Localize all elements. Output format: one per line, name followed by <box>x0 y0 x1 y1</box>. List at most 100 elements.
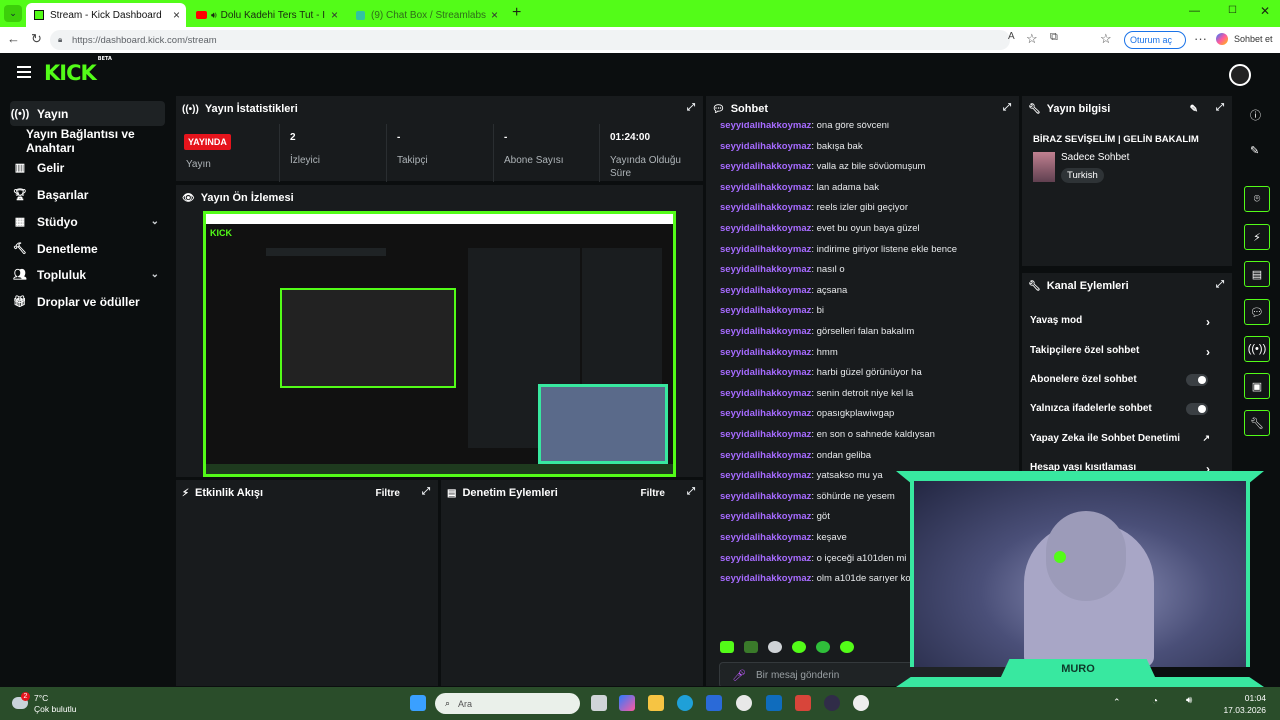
tool-notes-button[interactable]: ▤ <box>1244 261 1270 287</box>
expand-icon[interactable]: ⤢ <box>687 486 695 497</box>
copilot-app-icon[interactable] <box>619 695 635 711</box>
menu-icon[interactable] <box>17 66 31 81</box>
chat-username[interactable]: seyyidalihakkoymaz <box>720 161 811 172</box>
chat-username[interactable]: seyyidalihakkoymaz <box>720 511 811 522</box>
edit-icon[interactable]: ✎ <box>1190 104 1198 115</box>
xbox-icon[interactable] <box>736 695 752 711</box>
profile-button[interactable]: Oturum aç <box>1124 31 1186 49</box>
sidebar-item-yayin[interactable]: ((•)) Yayın <box>10 101 165 126</box>
emote-only-toggle[interactable] <box>1186 403 1208 415</box>
expand-icon[interactable]: ⤢ <box>1003 102 1011 113</box>
emote-icon[interactable] <box>768 641 782 653</box>
filter-button[interactable]: Filtre <box>376 488 400 499</box>
tab-streamlabs[interactable]: (9) Chat Box / Streamlabs × <box>348 3 504 27</box>
volume-icon[interactable]: 🔊︎ <box>1186 695 1192 706</box>
more-options-icon[interactable]: ··· <box>1194 31 1207 46</box>
chat-username[interactable]: seyyidalihakkoymaz <box>720 532 811 543</box>
category-name[interactable]: Sadece Sohbet <box>1061 152 1129 163</box>
chat-username[interactable]: seyyidalihakkoymaz <box>720 470 811 481</box>
sidebar-item-denetleme[interactable]: 🔨︎ Denetleme <box>10 236 165 261</box>
chat-username[interactable]: seyyidalihakkoymaz <box>720 326 811 337</box>
refresh-icon[interactable]: ↻ <box>31 31 42 47</box>
expand-icon[interactable]: ⤢ <box>1216 102 1224 113</box>
action-ai-moderation[interactable]: Yapay Zeka ile Sohbet Denetimi ↗ <box>1030 433 1220 444</box>
network-icon[interactable]: ◔ <box>1152 696 1158 707</box>
chat-username[interactable]: seyyidalihakkoymaz <box>720 305 811 316</box>
task-view-icon[interactable] <box>591 695 607 711</box>
expand-icon[interactable]: ⤢ <box>422 486 430 497</box>
chat-username[interactable]: seyyidalihakkoymaz <box>720 264 811 275</box>
expand-icon[interactable]: ⤢ <box>687 102 695 113</box>
extensions-icon[interactable]: ⧉ <box>1050 31 1058 44</box>
tab-kick-dashboard[interactable]: Stream - Kick Dashboard × <box>26 3 186 27</box>
sidebar-item-droplar[interactable]: 🎁︎ Droplar ve ödüller <box>10 289 165 314</box>
back-icon[interactable]: ← <box>7 31 20 46</box>
chat-username[interactable]: seyyidalihakkoymaz <box>720 182 811 193</box>
emote-icon[interactable] <box>720 641 734 653</box>
tool-camera-button[interactable]: ⌾ <box>1244 186 1270 212</box>
sidebar-item-studyo[interactable]: ▦ Stüdyo ⌄ <box>10 209 165 234</box>
read-aloud-icon[interactable]: A <box>1008 31 1015 42</box>
chat-username[interactable]: seyyidalihakkoymaz <box>720 429 811 440</box>
emote-icon[interactable] <box>816 641 830 653</box>
action-subscribers-only[interactable]: Abonelere özel sohbet <box>1030 374 1220 386</box>
tool-broadcast-button[interactable]: ((•)) <box>1244 336 1270 362</box>
windows-start-icon[interactable] <box>410 695 426 711</box>
action-slow-mode[interactable]: Yavaş mod › <box>1030 315 1220 329</box>
subscribers-only-toggle[interactable] <box>1186 374 1208 386</box>
preview-video[interactable]: KICK <box>203 211 676 477</box>
filter-button[interactable]: Filtre <box>641 488 665 499</box>
chat-username[interactable]: seyyidalihakkoymaz <box>720 347 811 358</box>
obs-icon[interactable] <box>824 695 840 711</box>
new-tab-button[interactable]: + <box>512 4 521 22</box>
emote-icon[interactable] <box>744 641 758 653</box>
taskbar-search[interactable]: ⌕ Ara <box>435 693 580 714</box>
chat-username[interactable]: seyyidalihakkoymaz <box>720 202 811 213</box>
file-explorer-icon[interactable] <box>648 695 664 711</box>
outlook-icon[interactable] <box>766 695 782 711</box>
action-followers-only[interactable]: Takipçilere özel sohbet › <box>1030 345 1220 359</box>
chat-username[interactable]: seyyidalihakkoymaz <box>720 408 811 419</box>
close-tab-icon[interactable]: × <box>173 8 180 22</box>
sidebar-item-basarilar[interactable]: 🏆︎ Başarılar <box>10 182 165 207</box>
weather-widget[interactable]: 2 7°C Çok bulutlu <box>12 692 112 715</box>
minimize-button[interactable]: — <box>1189 5 1200 17</box>
tool-lightning-button[interactable]: ⚡︎ <box>1244 224 1270 250</box>
store-icon[interactable] <box>706 695 722 711</box>
chat-username[interactable]: seyyidalihakkoymaz <box>720 553 811 564</box>
chat-username[interactable]: seyyidalihakkoymaz <box>720 573 811 584</box>
speaker-icon[interactable]: 🔊︎ <box>211 10 217 21</box>
tool-layout-button[interactable]: ▣ <box>1244 373 1270 399</box>
favorite-star-icon[interactable]: ☆ <box>1026 31 1038 47</box>
microphone-icon[interactable]: 🎤︎ <box>732 669 746 682</box>
close-window-button[interactable]: ✕ <box>1260 4 1270 18</box>
chat-username[interactable]: seyyidalihakkoymaz <box>720 367 811 378</box>
sidebar-item-stream-key[interactable]: Yayın Bağlantısı ve Anahtarı <box>26 127 176 155</box>
tab-youtube[interactable]: 🔊︎ Dolu Kadehi Ters Tut - İslamist × <box>188 3 344 27</box>
pencil-icon[interactable]: ✎ <box>1250 144 1259 157</box>
copilot-button[interactable]: Sohbet et <box>1216 33 1273 45</box>
emote-icon[interactable] <box>840 641 854 653</box>
chat-username[interactable]: seyyidalihakkoymaz <box>720 223 811 234</box>
chat-username[interactable]: seyyidalihakkoymaz <box>720 244 811 255</box>
tool-chat-button[interactable]: 💬︎ <box>1244 299 1270 325</box>
action-emote-only[interactable]: Yalnızca ifadelerle sohbet <box>1030 403 1220 415</box>
sidebar-item-gelir[interactable]: ▥ Gelir <box>10 155 165 180</box>
app-icon[interactable] <box>795 695 811 711</box>
emote-icon[interactable] <box>792 641 806 653</box>
maximize-button[interactable]: ☐ <box>1228 5 1237 16</box>
kick-logo[interactable]: KICKBETA <box>44 56 112 85</box>
chrome-icon[interactable] <box>853 695 869 711</box>
chat-username[interactable]: seyyidalihakkoymaz <box>720 491 811 502</box>
clock[interactable]: 01:04 17.03.2026 <box>1222 692 1266 716</box>
chat-username[interactable]: seyyidalihakkoymaz <box>720 141 811 152</box>
close-tab-icon[interactable]: × <box>491 8 498 22</box>
tab-list-button[interactable]: ⌄ <box>4 5 22 22</box>
tray-chevron-icon[interactable]: ⌃ <box>1113 697 1121 708</box>
edge-browser-icon[interactable] <box>677 695 693 711</box>
chat-username[interactable]: seyyidalihakkoymaz <box>720 285 811 296</box>
info-icon[interactable]: ⓘ <box>1250 107 1261 123</box>
user-avatar[interactable] <box>1229 64 1251 86</box>
chat-username[interactable]: seyyidalihakkoymaz <box>720 450 811 461</box>
expand-icon[interactable]: ⤢ <box>1216 279 1224 290</box>
